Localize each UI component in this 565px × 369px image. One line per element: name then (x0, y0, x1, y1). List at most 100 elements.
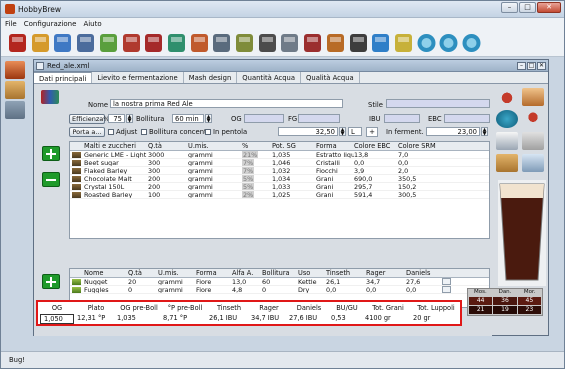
book-icon[interactable] (41, 90, 59, 104)
new-document-icon[interactable] (30, 32, 51, 54)
hop-row[interactable]: Nugget 20 grammi Fiore 13,0 60 Kettle 26,1 34,7 2… (70, 278, 489, 286)
summary-value[interactable]: 1,050 (40, 314, 74, 324)
globe-icon-3[interactable] (461, 32, 482, 54)
in-pentola-checkbox[interactable] (205, 129, 211, 135)
add-malt-button[interactable] (42, 146, 60, 161)
menu-aiuto[interactable]: Aiuto (83, 20, 101, 28)
hops-header-cell[interactable]: U.mis. (158, 269, 196, 277)
bollitura-spinner[interactable]: ▲ ▼ (205, 114, 212, 124)
hb-logo-icon[interactable] (143, 32, 164, 54)
menu-file[interactable]: File (5, 20, 17, 28)
malts-header-cell[interactable]: Malti e zuccheri (70, 142, 148, 150)
hops-header-cell[interactable]: Tinseth (326, 269, 366, 277)
malts-header-cell[interactable]: Q.tà (148, 142, 188, 150)
malt-row[interactable]: Chocolate Malt 200 grammi 5% 1,034 Grani 690,0… (70, 175, 489, 183)
malt-row[interactable]: Beet sugar 300 grammi 7% 1,046 Cristalli 0,0 0,… (70, 159, 489, 167)
globe-icon[interactable] (496, 110, 518, 128)
globe-icon-1[interactable] (416, 32, 437, 54)
recipe-minimize-button[interactable]: – (517, 62, 526, 70)
hop-icon[interactable] (393, 32, 414, 54)
malt-row[interactable]: Flaked Barley 300 grammi 7% 1,032 Fiocchi 3,9 2… (70, 167, 489, 175)
hops-header-cell[interactable]: Forma (196, 269, 232, 277)
copy-icon[interactable] (522, 132, 544, 150)
in-pentola-input[interactable]: 32,50 (278, 127, 338, 136)
edit-icon[interactable] (98, 32, 119, 54)
porta-a-button[interactable]: Porta a... (69, 127, 105, 137)
folder-open-icon[interactable] (52, 32, 73, 54)
malt-cell: Fiocchi (316, 167, 338, 174)
efficienza-spinner[interactable]: ▲ ▼ (126, 114, 133, 124)
globe-icon-2[interactable] (438, 32, 459, 54)
malts-header-cell[interactable]: U.mis. (188, 142, 242, 150)
malts-header-cell[interactable]: Forma (316, 142, 354, 150)
in-ferment-spinner[interactable]: ▲ ▼ (481, 127, 488, 137)
bollitura-input[interactable]: 60 min (172, 114, 204, 123)
save-icon[interactable] (75, 32, 96, 54)
barrel-icon[interactable] (325, 32, 346, 54)
in-ferment-input[interactable]: 23,00 (426, 127, 480, 136)
hops-header-cell[interactable]: Q.tà (128, 269, 158, 277)
close-button[interactable]: ✕ (537, 2, 561, 13)
print-icon[interactable] (496, 132, 518, 150)
menu-configurazione[interactable]: Configurazione (24, 20, 77, 28)
hops-header-cell[interactable]: Rager (366, 269, 406, 277)
tools-icon[interactable] (7, 32, 28, 54)
in-pentola-plus-button[interactable]: + (366, 127, 378, 137)
hop-cell: 4,8 (232, 286, 243, 293)
box-icon[interactable] (5, 81, 25, 99)
grid-icon[interactable] (211, 32, 232, 54)
ingredient-tool-icon[interactable] (522, 88, 544, 106)
recipe-close-button[interactable]: ✕ (537, 62, 546, 70)
malt-row[interactable]: Crystal 150L 200 grammi 5% 1,033 Grani 295,7 15… (70, 183, 489, 191)
efficienza-input[interactable]: 75 (108, 114, 125, 123)
nome-label: Nome (88, 101, 109, 109)
tab-dati-principali[interactable]: Dati principali (34, 72, 93, 83)
water-drop-icon[interactable] (370, 32, 391, 54)
kettle-icon[interactable] (189, 32, 210, 54)
settings-icon[interactable] (5, 101, 25, 119)
hop-row[interactable]: Fuggles 0 grammi Fiore 4,8 0 Dry 0,0 0,0 0,0 (70, 286, 489, 294)
bollitura-concent-checkbox[interactable] (141, 129, 147, 135)
malt-row[interactable]: Roasted Barley 100 grammi 2% 1,025 Grani 591,4… (70, 191, 489, 199)
malts-header-cell[interactable]: Colore SRM (398, 142, 442, 150)
gear-icon[interactable] (302, 32, 323, 54)
bottle-filler-icon[interactable] (257, 32, 278, 54)
malt-row[interactable]: Generic LME - Light 3000 grammi 21% 1,035 Est… (70, 151, 489, 159)
fermenter-icon[interactable] (234, 32, 255, 54)
malts-header-cell[interactable]: Pot. SG (272, 142, 316, 150)
tab-lievito[interactable]: Lievito e fermentazione (92, 72, 184, 83)
hops-header-cell[interactable]: Alfa A. (232, 269, 262, 277)
tab-qualita-acqua[interactable]: Qualità Acqua (301, 72, 360, 83)
recipe-restore-button[interactable]: □ (527, 62, 536, 70)
bottle-icon[interactable] (348, 32, 369, 54)
calculator-icon[interactable] (121, 32, 142, 54)
yeast-icon[interactable] (522, 110, 544, 128)
hop-name: Nugget (84, 278, 108, 285)
maximize-button[interactable]: □ (519, 2, 536, 13)
in-pentola-spinner[interactable]: ▲ ▼ (339, 127, 346, 137)
minimize-button[interactable]: – (501, 2, 518, 13)
remove-malt-button[interactable] (42, 172, 60, 187)
tab-mash-design[interactable]: Mash design (183, 72, 238, 83)
tab-quantita-acqua[interactable]: Quantità Acqua (237, 72, 302, 83)
hops-header-cell[interactable]: Daniels (406, 269, 442, 277)
add-hop-button[interactable] (42, 274, 60, 289)
adjust-checkbox[interactable] (108, 129, 114, 135)
gauge-icon[interactable] (279, 32, 300, 54)
hop-add-icon[interactable] (496, 88, 518, 106)
efficienza-button[interactable]: Efficienza% (69, 114, 109, 124)
clipboard-icon[interactable] (166, 32, 187, 54)
hops-header-cell[interactable]: Nome (70, 269, 128, 277)
nome-input[interactable]: la nostra prima Red Ale (110, 99, 343, 108)
malts-header-cell[interactable]: Colore EBC (354, 142, 398, 150)
notes-icon[interactable] (522, 154, 544, 172)
hops-header-cell[interactable]: Uso (298, 269, 326, 277)
hop-row-edit-button[interactable] (442, 286, 451, 293)
malts-header-cell[interactable]: % (242, 142, 272, 150)
hop-row-edit-button[interactable] (442, 278, 451, 285)
in-pentola-unit[interactable]: L (348, 127, 362, 136)
stile-input[interactable] (386, 99, 490, 108)
hops-header-cell[interactable]: Bollitura (262, 269, 298, 277)
export-icon[interactable] (496, 154, 518, 172)
brewer-icon[interactable] (5, 61, 25, 79)
